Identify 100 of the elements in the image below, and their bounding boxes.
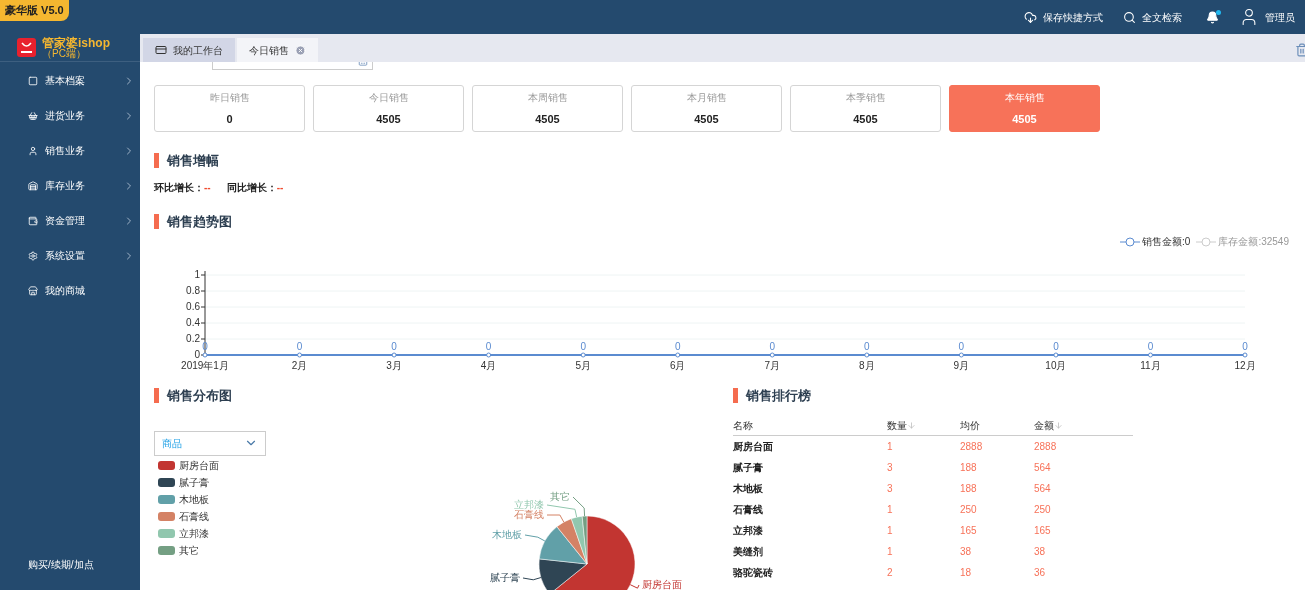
- data-point: [202, 352, 208, 358]
- square-icon: [28, 75, 38, 86]
- store-icon: [28, 285, 38, 296]
- x-tick-label: 11月: [1140, 360, 1161, 371]
- column-header[interactable]: 金额: [1034, 416, 1133, 436]
- logo-name: 管家婆ishop: [42, 36, 110, 49]
- stat-card[interactable]: 本季销售 4505: [790, 85, 941, 132]
- data-label: 0: [674, 341, 681, 352]
- leader-line: [629, 583, 640, 589]
- x-tick-label: 9月: [953, 360, 970, 371]
- data-point: [769, 352, 775, 358]
- logo-icon: [17, 38, 36, 57]
- card-icon: [155, 44, 167, 56]
- data-point: [486, 352, 492, 358]
- legend-label: 腻子膏: [179, 475, 209, 490]
- table-cell: 石膏线: [733, 498, 887, 520]
- table-cell-text: 165: [1034, 523, 1052, 538]
- table-cell: 188: [960, 477, 1034, 499]
- data-label: 0: [1242, 341, 1248, 352]
- table-cell: 1: [887, 435, 960, 457]
- data-label: 0: [1147, 341, 1154, 352]
- stat-card[interactable]: 本月销售 4505: [631, 85, 782, 132]
- data-point: [580, 352, 586, 358]
- column-header: 均价: [960, 416, 1034, 436]
- table-cell: 165: [960, 519, 1034, 541]
- user-icon: [28, 145, 38, 156]
- bell-icon[interactable]: [1206, 10, 1219, 24]
- table-cell: 木地板: [733, 477, 887, 499]
- cloud-download-icon: [1024, 10, 1037, 24]
- section-title: 销售增幅: [167, 152, 219, 170]
- data-label: 0: [391, 341, 397, 352]
- basket-icon: [28, 110, 38, 121]
- data-label: 0: [769, 341, 776, 352]
- data-point: [864, 352, 870, 358]
- growth-stat: 同比增长：--: [226, 180, 284, 195]
- heading-bar-icon: [154, 213, 159, 229]
- table-cell: 2: [887, 561, 960, 583]
- close-icon[interactable]: [295, 44, 306, 56]
- heading-bar-icon: [733, 388, 738, 404]
- y-tick-label: 0.8: [186, 285, 200, 296]
- sidebar-item[interactable]: 我的商城: [0, 273, 140, 308]
- data-label: 0: [580, 341, 586, 352]
- table-cell: 1: [887, 498, 960, 520]
- sidebar-item[interactable]: 系统设置: [0, 238, 140, 273]
- user-menu[interactable]: 管理员: [1265, 9, 1295, 25]
- data-point: [1147, 352, 1153, 358]
- header-action[interactable]: 全文检索: [1123, 9, 1182, 25]
- header-action[interactable]: 保存快捷方式: [1024, 9, 1103, 25]
- sidebar-item[interactable]: 库存业务: [0, 168, 140, 203]
- table-cell: 1: [887, 540, 960, 562]
- legend-label: 立邦漆: [179, 526, 209, 541]
- column-header[interactable]: 数量: [887, 416, 960, 436]
- legend-marker-icon: [1120, 236, 1141, 247]
- table-cell: 立邦漆: [733, 519, 887, 541]
- x-tick-label: 8月: [859, 360, 875, 371]
- edition-badge: 豪华版 V5.0: [0, 0, 69, 21]
- stat-card[interactable]: 昨日销售 0: [154, 85, 305, 132]
- legend-label: 其它: [179, 543, 199, 558]
- y-tick-label: 0.6: [186, 301, 200, 312]
- table-cell: 188: [960, 456, 1034, 478]
- table-cell-text: 36: [1034, 565, 1047, 580]
- table-cell: 腻子膏: [733, 456, 887, 478]
- legend-label: 石膏线: [179, 509, 209, 524]
- slice-label: 石膏线: [514, 508, 544, 520]
- logo-subtitle: （PC端）: [42, 48, 86, 59]
- data-point: [958, 352, 964, 358]
- tab[interactable]: 今日销售: [237, 38, 318, 62]
- stat-card[interactable]: 今日销售 4505: [313, 85, 464, 132]
- heading-bar-icon: [154, 153, 159, 169]
- x-tick-label: 6月: [669, 360, 686, 371]
- x-tick-label: 2月: [291, 360, 308, 371]
- stat-card[interactable]: 本周销售 4505: [472, 85, 623, 132]
- y-tick-label: 1: [194, 269, 200, 280]
- sidebar-footer-link[interactable]: 购买/续期/加点: [0, 557, 140, 572]
- legend-item[interactable]: 销售金额:0: [1120, 234, 1191, 249]
- column-header: 名称: [733, 416, 887, 436]
- sidebar-item[interactable]: 基本档案: [0, 63, 140, 98]
- x-tick-label: 7月: [764, 360, 781, 371]
- section-title: 销售排行榜: [746, 387, 811, 405]
- leader-line: [522, 576, 542, 580]
- sidebar-item[interactable]: 进货业务: [0, 98, 140, 133]
- sidebar-item[interactable]: 资金管理: [0, 203, 140, 238]
- sidebar-item[interactable]: 销售业务: [0, 133, 140, 168]
- legend-label: 厨房台面: [179, 458, 219, 473]
- table-cell: 38: [960, 540, 1034, 562]
- slice-label: 厨房台面: [642, 578, 682, 590]
- table-cell-text: 250: [1034, 502, 1052, 517]
- warehouse-icon: [28, 180, 38, 191]
- table-cell: 骆驼瓷砖: [733, 561, 887, 583]
- data-point: [675, 352, 681, 358]
- heading-bar-icon: [154, 388, 159, 404]
- x-tick-label: 5月: [575, 360, 591, 371]
- data-point: [297, 352, 303, 358]
- trash-icon[interactable]: [1295, 43, 1305, 57]
- tab[interactable]: 我的工作台: [143, 38, 235, 62]
- wallet-icon: [28, 215, 38, 226]
- slice-label: 木地板: [492, 528, 522, 540]
- data-label: 0: [958, 341, 965, 352]
- data-label: 0: [1053, 341, 1059, 352]
- data-point: [1242, 352, 1248, 358]
